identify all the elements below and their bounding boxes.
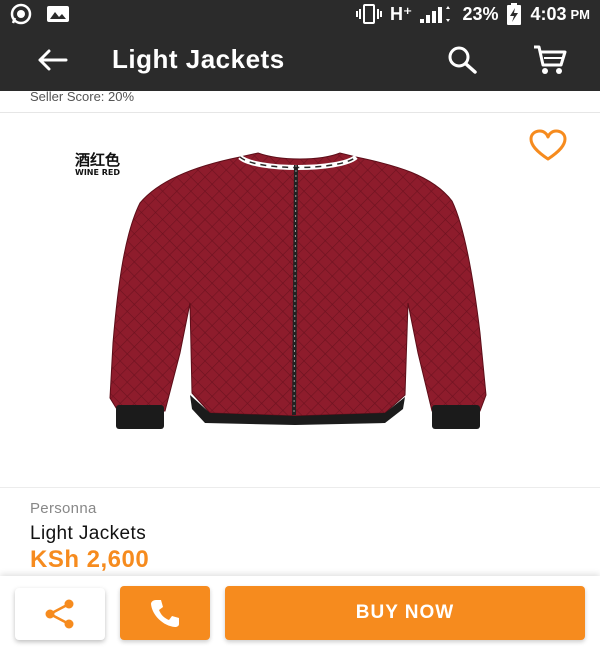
signal-icon	[420, 4, 454, 24]
seller-score: Seller Score: 20%	[0, 91, 600, 113]
call-button[interactable]	[120, 586, 210, 640]
network-type: H⁺	[389, 3, 413, 24]
product-price: KSh 2,600	[30, 546, 150, 573]
product-name: Light Jackets	[30, 523, 147, 544]
buy-now-button[interactable]: BUY NOW	[225, 586, 585, 640]
action-bar: BUY NOW	[0, 576, 600, 650]
wishlist-button[interactable]	[528, 129, 568, 163]
status-bar: H⁺ 23% 4:03 PM	[0, 0, 600, 28]
color-label-cn: 酒红色	[75, 151, 120, 169]
search-button[interactable]	[442, 40, 482, 80]
app-bar: Light Jackets	[0, 28, 600, 91]
clock-ampm: PM	[570, 6, 591, 22]
product-image[interactable]: 酒红色 WINE RED	[0, 113, 600, 488]
battery-percent: 23%	[462, 3, 499, 24]
brand-name: Personna	[30, 500, 97, 517]
back-button[interactable]	[32, 40, 72, 80]
clock-time: 4:03	[530, 3, 567, 24]
battery-charging-icon	[506, 3, 522, 25]
jacket-image: 酒红色 WINE RED	[75, 151, 487, 429]
search-icon	[448, 46, 477, 74]
back-arrow-icon	[38, 49, 68, 70]
screen: H⁺ 23% 4:03 PM Light Jackets Seller Scor…	[0, 0, 600, 650]
phone-icon	[151, 600, 179, 627]
page-title: Light Jackets	[112, 44, 285, 74]
color-label-en: WINE RED	[75, 168, 120, 177]
heart-outline-icon	[529, 129, 567, 161]
cart-button[interactable]	[530, 40, 570, 80]
share-button[interactable]	[15, 588, 105, 640]
gallery-icon	[46, 4, 70, 24]
cart-icon	[534, 45, 567, 74]
share-icon	[45, 599, 74, 629]
whatsapp-icon	[10, 3, 32, 25]
vibrate-icon	[355, 4, 382, 24]
